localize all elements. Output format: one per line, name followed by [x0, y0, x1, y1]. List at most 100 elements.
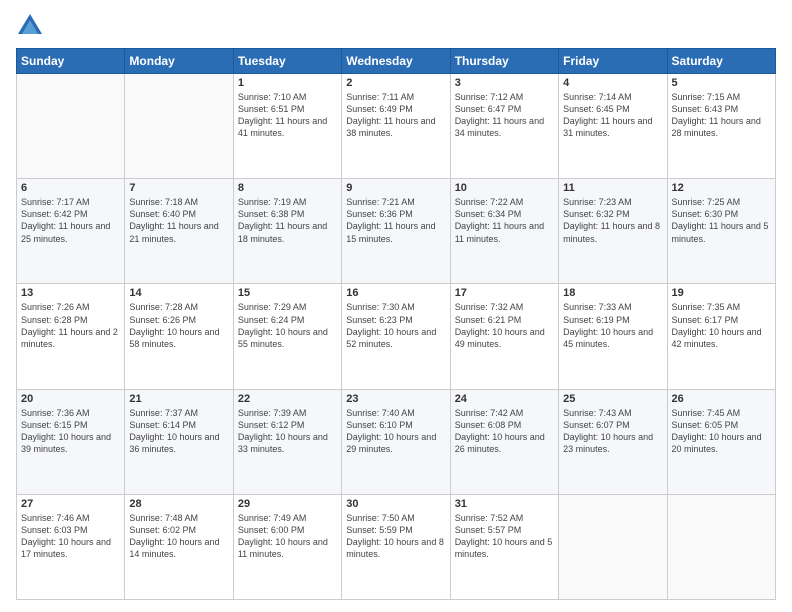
calendar-cell: 3 Sunrise: 7:12 AMSunset: 6:47 PMDaylight…	[450, 74, 558, 179]
calendar-cell: 2 Sunrise: 7:11 AMSunset: 6:49 PMDaylight…	[342, 74, 450, 179]
cell-details: Sunrise: 7:18 AMSunset: 6:40 PMDaylight:…	[129, 196, 228, 245]
cell-details: Sunrise: 7:46 AMSunset: 6:03 PMDaylight:…	[21, 512, 120, 561]
cell-details: Sunrise: 7:23 AMSunset: 6:32 PMDaylight:…	[563, 196, 662, 245]
weekday-header-thursday: Thursday	[450, 49, 558, 74]
cell-details: Sunrise: 7:33 AMSunset: 6:19 PMDaylight:…	[563, 301, 662, 350]
day-number: 2	[346, 77, 445, 89]
calendar-cell: 15 Sunrise: 7:29 AMSunset: 6:24 PMDayligh…	[233, 284, 341, 389]
calendar-cell: 13 Sunrise: 7:26 AMSunset: 6:28 PMDayligh…	[17, 284, 125, 389]
calendar-cell: 7 Sunrise: 7:18 AMSunset: 6:40 PMDaylight…	[125, 179, 233, 284]
day-number: 13	[21, 287, 120, 299]
day-number: 26	[672, 393, 771, 405]
day-number: 27	[21, 498, 120, 510]
weekday-header-monday: Monday	[125, 49, 233, 74]
week-row-4: 20 Sunrise: 7:36 AMSunset: 6:15 PMDayligh…	[17, 389, 776, 494]
calendar-cell: 19 Sunrise: 7:35 AMSunset: 6:17 PMDayligh…	[667, 284, 775, 389]
weekday-header-saturday: Saturday	[667, 49, 775, 74]
calendar-cell: 22 Sunrise: 7:39 AMSunset: 6:12 PMDayligh…	[233, 389, 341, 494]
cell-details: Sunrise: 7:29 AMSunset: 6:24 PMDaylight:…	[238, 301, 337, 350]
calendar-cell: 31 Sunrise: 7:52 AMSunset: 5:57 PMDayligh…	[450, 494, 558, 599]
cell-details: Sunrise: 7:15 AMSunset: 6:43 PMDaylight:…	[672, 91, 771, 140]
weekday-header-friday: Friday	[559, 49, 667, 74]
day-number: 29	[238, 498, 337, 510]
day-number: 4	[563, 77, 662, 89]
cell-details: Sunrise: 7:45 AMSunset: 6:05 PMDaylight:…	[672, 407, 771, 456]
cell-details: Sunrise: 7:12 AMSunset: 6:47 PMDaylight:…	[455, 91, 554, 140]
calendar-cell: 11Sunrise: 7:23 AMSunset: 6:32 PMDayligh…	[559, 179, 667, 284]
day-number: 19	[672, 287, 771, 299]
week-row-1: 1 Sunrise: 7:10 AMSunset: 6:51 PMDaylight…	[17, 74, 776, 179]
page: SundayMondayTuesdayWednesdayThursdayFrid…	[0, 0, 792, 612]
cell-details: Sunrise: 7:36 AMSunset: 6:15 PMDaylight:…	[21, 407, 120, 456]
cell-details: Sunrise: 7:25 AMSunset: 6:30 PMDaylight:…	[672, 196, 771, 245]
day-number: 8	[238, 182, 337, 194]
calendar-cell: 20 Sunrise: 7:36 AMSunset: 6:15 PMDayligh…	[17, 389, 125, 494]
day-number: 9	[346, 182, 445, 194]
cell-details: Sunrise: 7:52 AMSunset: 5:57 PMDaylight:…	[455, 512, 554, 561]
day-number: 10	[455, 182, 554, 194]
logo	[16, 12, 48, 40]
cell-details: Sunrise: 7:19 AMSunset: 6:38 PMDaylight:…	[238, 196, 337, 245]
day-number: 31	[455, 498, 554, 510]
day-number: 24	[455, 393, 554, 405]
cell-details: Sunrise: 7:28 AMSunset: 6:26 PMDaylight:…	[129, 301, 228, 350]
day-number: 1	[238, 77, 337, 89]
cell-details: Sunrise: 7:37 AMSunset: 6:14 PMDaylight:…	[129, 407, 228, 456]
weekday-header-sunday: Sunday	[17, 49, 125, 74]
day-number: 12	[672, 182, 771, 194]
calendar-cell: 26 Sunrise: 7:45 AMSunset: 6:05 PMDayligh…	[667, 389, 775, 494]
day-number: 16	[346, 287, 445, 299]
week-row-5: 27 Sunrise: 7:46 AMSunset: 6:03 PMDayligh…	[17, 494, 776, 599]
cell-details: Sunrise: 7:50 AMSunset: 5:59 PMDaylight:…	[346, 512, 445, 561]
week-row-3: 13 Sunrise: 7:26 AMSunset: 6:28 PMDayligh…	[17, 284, 776, 389]
day-number: 5	[672, 77, 771, 89]
day-number: 28	[129, 498, 228, 510]
calendar-cell	[125, 74, 233, 179]
cell-details: Sunrise: 7:22 AMSunset: 6:34 PMDaylight:…	[455, 196, 554, 245]
calendar-cell: 4Sunrise: 7:14 AMSunset: 6:45 PMDaylight…	[559, 74, 667, 179]
calendar-cell: 9 Sunrise: 7:21 AMSunset: 6:36 PMDaylight…	[342, 179, 450, 284]
calendar-cell: 24Sunrise: 7:42 AMSunset: 6:08 PMDayligh…	[450, 389, 558, 494]
cell-details: Sunrise: 7:26 AMSunset: 6:28 PMDaylight:…	[21, 301, 120, 350]
calendar-cell: 18 Sunrise: 7:33 AMSunset: 6:19 PMDayligh…	[559, 284, 667, 389]
calendar-cell: 21Sunrise: 7:37 AMSunset: 6:14 PMDayligh…	[125, 389, 233, 494]
calendar-cell: 16 Sunrise: 7:30 AMSunset: 6:23 PMDayligh…	[342, 284, 450, 389]
day-number: 25	[563, 393, 662, 405]
cell-details: Sunrise: 7:10 AMSunset: 6:51 PMDaylight:…	[238, 91, 337, 140]
day-number: 30	[346, 498, 445, 510]
day-number: 14	[129, 287, 228, 299]
calendar-cell	[17, 74, 125, 179]
cell-details: Sunrise: 7:30 AMSunset: 6:23 PMDaylight:…	[346, 301, 445, 350]
cell-details: Sunrise: 7:39 AMSunset: 6:12 PMDaylight:…	[238, 407, 337, 456]
cell-details: Sunrise: 7:11 AMSunset: 6:49 PMDaylight:…	[346, 91, 445, 140]
day-number: 6	[21, 182, 120, 194]
calendar-cell: 28 Sunrise: 7:48 AMSunset: 6:02 PMDayligh…	[125, 494, 233, 599]
calendar-cell: 1 Sunrise: 7:10 AMSunset: 6:51 PMDaylight…	[233, 74, 341, 179]
day-number: 20	[21, 393, 120, 405]
calendar-cell: 8 Sunrise: 7:19 AMSunset: 6:38 PMDaylight…	[233, 179, 341, 284]
calendar-cell: 27 Sunrise: 7:46 AMSunset: 6:03 PMDayligh…	[17, 494, 125, 599]
calendar-cell: 12 Sunrise: 7:25 AMSunset: 6:30 PMDayligh…	[667, 179, 775, 284]
day-number: 23	[346, 393, 445, 405]
calendar-cell	[559, 494, 667, 599]
cell-details: Sunrise: 7:21 AMSunset: 6:36 PMDaylight:…	[346, 196, 445, 245]
cell-details: Sunrise: 7:48 AMSunset: 6:02 PMDaylight:…	[129, 512, 228, 561]
day-number: 15	[238, 287, 337, 299]
logo-icon	[16, 12, 44, 40]
calendar-cell: 25 Sunrise: 7:43 AMSunset: 6:07 PMDayligh…	[559, 389, 667, 494]
day-number: 3	[455, 77, 554, 89]
day-number: 18	[563, 287, 662, 299]
day-number: 22	[238, 393, 337, 405]
cell-details: Sunrise: 7:17 AMSunset: 6:42 PMDaylight:…	[21, 196, 120, 245]
cell-details: Sunrise: 7:43 AMSunset: 6:07 PMDaylight:…	[563, 407, 662, 456]
calendar-cell: 10 Sunrise: 7:22 AMSunset: 6:34 PMDayligh…	[450, 179, 558, 284]
calendar-cell: 5 Sunrise: 7:15 AMSunset: 6:43 PMDaylight…	[667, 74, 775, 179]
weekday-header-row: SundayMondayTuesdayWednesdayThursdayFrid…	[17, 49, 776, 74]
cell-details: Sunrise: 7:35 AMSunset: 6:17 PMDaylight:…	[672, 301, 771, 350]
calendar-cell: 30 Sunrise: 7:50 AMSunset: 5:59 PMDayligh…	[342, 494, 450, 599]
calendar-cell: 6 Sunrise: 7:17 AMSunset: 6:42 PMDaylight…	[17, 179, 125, 284]
cell-details: Sunrise: 7:49 AMSunset: 6:00 PMDaylight:…	[238, 512, 337, 561]
day-number: 7	[129, 182, 228, 194]
weekday-header-tuesday: Tuesday	[233, 49, 341, 74]
calendar-cell: 14 Sunrise: 7:28 AMSunset: 6:26 PMDayligh…	[125, 284, 233, 389]
